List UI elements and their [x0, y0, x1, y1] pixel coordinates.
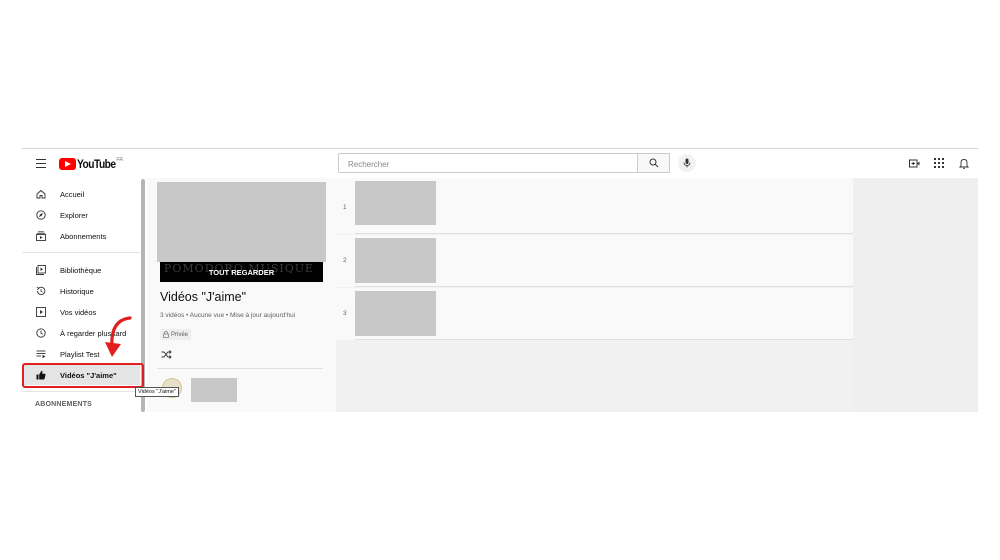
sidebar-item-label: Vos vidéos: [60, 307, 97, 317]
sidebar-tooltip: Vidéos "J'aime": [135, 387, 179, 397]
sidebar-item-label: Accueil: [60, 189, 85, 199]
sidebar-item-abonnements[interactable]: Abonnements: [22, 226, 140, 246]
sidebar-divider: [22, 252, 140, 253]
panel-divider: [157, 368, 323, 369]
video-thumbnail[interactable]: [355, 238, 436, 283]
apps-grid-icon[interactable]: [933, 157, 945, 169]
voice-search-button[interactable]: [678, 154, 696, 172]
sidebar-section-title: ABONNEMENTS: [35, 401, 93, 408]
home-icon: [35, 188, 47, 200]
compass-icon: [35, 209, 47, 221]
annotation-arrow-icon: [105, 316, 132, 357]
sidebar-divider: [22, 391, 140, 392]
library-icon: [35, 264, 47, 276]
youtube-play-icon: [59, 158, 76, 170]
country-code: FR: [116, 157, 124, 163]
search-button[interactable]: [638, 153, 670, 173]
lock-icon: [163, 331, 169, 338]
playlist-icon: [35, 348, 47, 360]
sidebar-item-explorer[interactable]: Explorer: [22, 205, 140, 225]
search-icon: [649, 158, 658, 168]
play-all-button[interactable]: POMODORO MUSIQUE TOUT REGARDER: [160, 262, 323, 282]
search-input[interactable]: [346, 155, 630, 174]
sidebar-item-label: Bibliothèque: [60, 265, 102, 275]
sidebar-item-label: Explorer: [60, 210, 88, 220]
playlist-thumbnail[interactable]: [157, 182, 326, 262]
video-thumbnail[interactable]: [355, 291, 436, 336]
subscriptions-icon: [35, 230, 47, 242]
watch-later-icon: [35, 327, 47, 339]
shuffle-icon[interactable]: [161, 349, 172, 360]
privacy-label: Privée: [171, 331, 189, 338]
list-right-gutter: [853, 178, 978, 412]
sidebar-item-historique[interactable]: Historique: [22, 281, 140, 301]
sidebar-item-bibliotheque[interactable]: Bibliothèque: [22, 260, 140, 280]
your-videos-icon: [35, 306, 47, 318]
video-thumbnail[interactable]: [355, 181, 436, 225]
create-video-icon[interactable]: [908, 157, 920, 169]
sidebar-item-label: Playlist Test: [60, 349, 100, 359]
search-box: [338, 153, 638, 174]
video-index: 2: [343, 257, 347, 264]
sidebar-item-label: Abonnements: [60, 231, 107, 241]
playlist-title: Vidéos "J'aime": [160, 290, 247, 304]
video-index: 3: [343, 310, 347, 317]
history-icon: [35, 285, 47, 297]
youtube-logo[interactable]: YouTube FR: [59, 156, 123, 172]
sidebar-item-label: Historique: [60, 286, 94, 296]
video-index: 1: [343, 204, 347, 211]
logo-text: YouTube: [77, 157, 116, 171]
privacy-badge[interactable]: Privée: [160, 329, 192, 340]
notifications-bell-icon[interactable]: [958, 157, 970, 169]
owner-thumbnail[interactable]: [191, 378, 237, 402]
microphone-icon: [683, 158, 691, 168]
youtube-window: YouTube FR Accueil Explorer: [22, 148, 978, 412]
playlist-header-panel: POMODORO MUSIQUE TOUT REGARDER Vidéos "J…: [147, 178, 336, 412]
playlist-video-list: 1 2 3: [336, 178, 978, 412]
sidebar-item-accueil[interactable]: Accueil: [22, 184, 140, 204]
playlist-stats: 3 vidéos • Aucune vue • Mise à jour aujo…: [160, 312, 296, 319]
top-header: YouTube FR: [22, 149, 978, 178]
menu-icon[interactable]: [36, 159, 46, 168]
play-all-label: TOUT REGARDER: [208, 267, 275, 277]
